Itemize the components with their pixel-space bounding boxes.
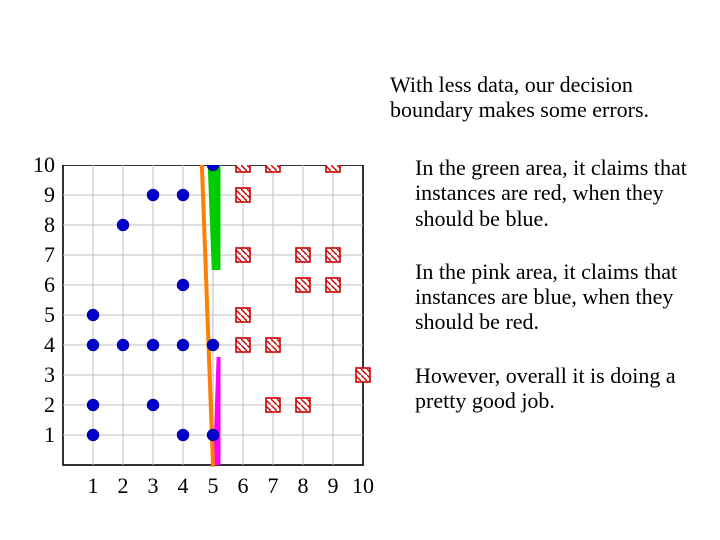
y-tick-5: 5 [25,304,55,326]
x-tick-9: 9 [328,475,339,497]
y-tick-1: 1 [25,424,55,446]
x-tick-10: 10 [352,475,374,497]
x-tick-4: 4 [178,475,189,497]
paragraph-pink: In the pink area, it claims that instanc… [415,259,700,335]
y-tick-9: 9 [25,184,55,206]
x-tick-2: 2 [118,475,129,497]
y-tick-10: 10 [25,154,55,176]
x-tick-5: 5 [208,475,219,497]
x-tick-1: 1 [88,475,99,497]
caption-top: With less data, our decision boundary ma… [390,72,690,123]
y-tick-6: 6 [25,274,55,296]
y-tick-3: 3 [25,364,55,386]
y-tick-2: 2 [25,394,55,416]
chart-svg [25,165,385,515]
x-tick-3: 3 [148,475,159,497]
y-tick-7: 7 [25,244,55,266]
x-tick-7: 7 [268,475,279,497]
y-tick-8: 8 [25,214,55,236]
explanatory-text: In the green area, it claims that instan… [415,155,700,441]
y-tick-4: 4 [25,334,55,356]
paragraph-overall: However, overall it is doing a pretty go… [415,363,700,414]
x-tick-6: 6 [238,475,249,497]
paragraph-green: In the green area, it claims that instan… [415,155,700,231]
scatter-chart: 1122334455667788991010 [25,165,385,515]
x-tick-8: 8 [298,475,309,497]
